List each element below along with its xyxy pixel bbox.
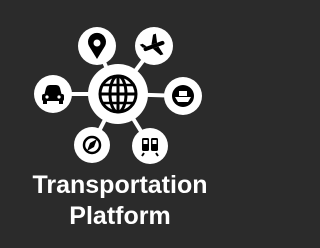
globe-icon xyxy=(88,64,148,124)
car-icon xyxy=(34,75,72,113)
compass-icon xyxy=(74,127,110,163)
caption-line-2: Platform xyxy=(69,202,171,230)
train-icon xyxy=(132,128,168,164)
ship-icon xyxy=(164,77,202,115)
location-pin-icon xyxy=(78,27,116,65)
caption-line-1: Transportation xyxy=(32,171,208,199)
transportation-hub-graphic xyxy=(34,27,202,164)
app-tile[interactable]: Transportation Platform xyxy=(0,0,240,248)
tile-caption: Transportation Platform xyxy=(0,170,240,232)
airplane-icon xyxy=(135,27,173,65)
